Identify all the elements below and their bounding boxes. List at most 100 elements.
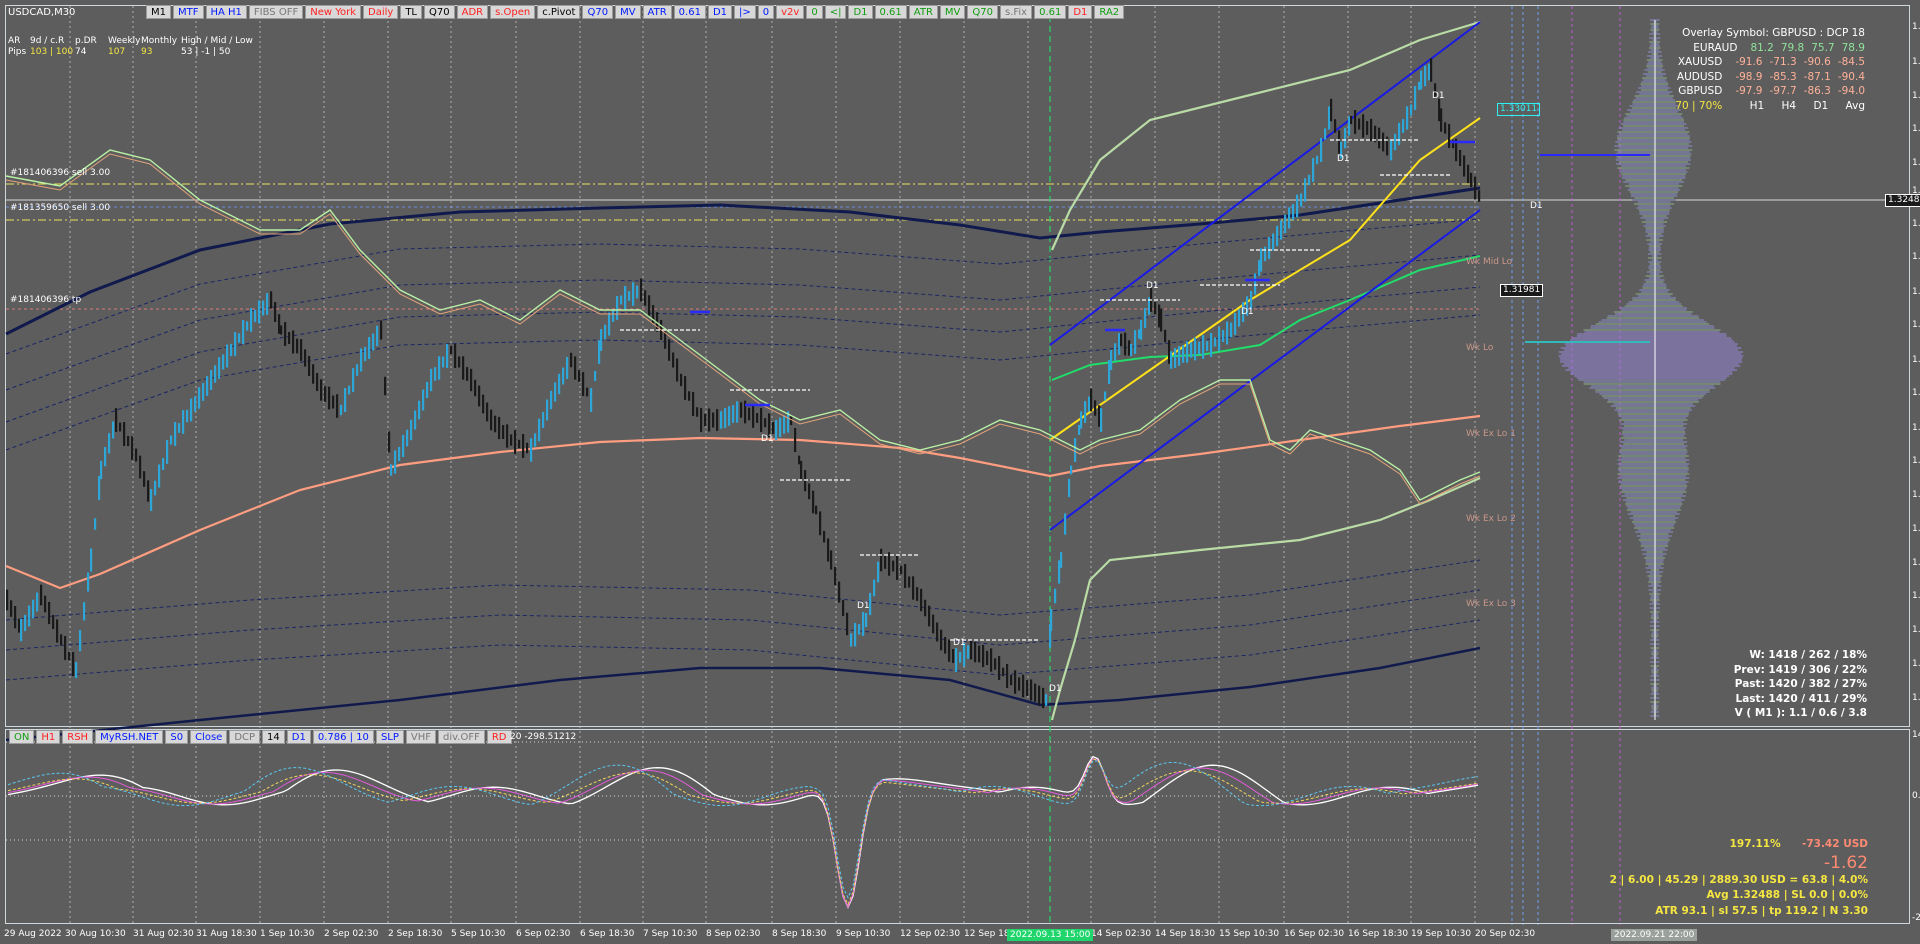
price-bar <box>1100 408 1103 432</box>
price-bar <box>470 368 473 392</box>
price-bar <box>800 460 803 480</box>
osc-toolbar-btn-3[interactable]: MyRSH.NET <box>95 730 164 744</box>
price-bar <box>1254 273 1257 295</box>
toolbar-btn-15[interactable]: D1 <box>707 5 732 19</box>
toolbar-btn-8[interactable]: ADR <box>456 5 489 19</box>
toolbar-btn-20[interactable]: <| <box>824 5 847 19</box>
price-bar <box>1428 63 1431 81</box>
overlay-footer-avg: Avg <box>1845 99 1865 112</box>
osc-toolbar-btn-13[interactable]: RD <box>486 730 512 744</box>
toolbar-btn-22[interactable]: 0.61 <box>874 5 907 19</box>
price-bar <box>336 394 339 418</box>
toolbar-btn-2[interactable]: HA H1 <box>205 5 247 19</box>
toolbar-btn-14[interactable]: 0.61 <box>673 5 706 19</box>
toolbar-btn-21[interactable]: D1 <box>848 5 873 19</box>
toolbar-btn-18[interactable]: v2v <box>776 5 805 19</box>
toolbar-btn-28[interactable]: D1 <box>1068 5 1093 19</box>
time-tick: 2 Sep 18:30 <box>388 929 443 939</box>
toolbar-btn-10[interactable]: c.Pivot <box>537 5 581 19</box>
price-bar <box>854 622 857 647</box>
price-bar <box>139 455 142 479</box>
toolbar-btn-9[interactable]: s.Open <box>490 5 536 19</box>
toolbar-btn-16[interactable]: |> <box>734 5 756 19</box>
price-bar <box>112 421 115 439</box>
price-bar <box>940 629 943 651</box>
price-tick: 1.30795 <box>1912 456 1920 466</box>
osc-toolbar-btn-4[interactable]: S0 <box>165 730 189 744</box>
price-bar <box>87 572 90 592</box>
price-bar <box>594 370 597 382</box>
price-bar <box>274 301 277 323</box>
osc-toolbar-btn-2[interactable]: RSH <box>62 730 94 744</box>
price-bar <box>486 402 489 422</box>
price-bar <box>590 388 593 412</box>
price-bar <box>1194 337 1197 361</box>
price-bar <box>1140 320 1143 340</box>
price-tick: 1.33500 <box>1912 22 1920 32</box>
price-bar <box>312 364 315 384</box>
price-bar <box>135 448 138 462</box>
price-bar <box>1064 513 1067 535</box>
toolbar-btn-17[interactable]: 0 <box>757 5 775 19</box>
toolbar-btn-24[interactable]: MV <box>939 5 966 19</box>
time-tick: 2 Sep 02:30 <box>324 929 379 939</box>
toolbar-btn-12[interactable]: MV <box>615 5 641 19</box>
toolbar-btn-19[interactable]: 0 <box>806 5 823 19</box>
osc-toolbar-btn-8[interactable]: D1 <box>286 730 311 744</box>
price-bar <box>676 358 679 382</box>
price-bar <box>254 309 257 323</box>
osc-toolbar-btn-1[interactable]: H1 <box>36 730 61 744</box>
toolbar-btn-25[interactable]: Q70 <box>967 5 998 19</box>
price-bar <box>752 404 755 428</box>
price-bar <box>1394 133 1397 151</box>
time-tick: 1 Sep 10:30 <box>260 929 315 939</box>
toolbar-btn-3[interactable]: FIBS OFF <box>248 5 304 19</box>
toolbar-btn-5[interactable]: Daily <box>363 5 399 19</box>
price-bar <box>1010 674 1013 686</box>
osc-toolbar-btn-12[interactable]: div.OFF <box>438 730 485 744</box>
price-bar <box>474 379 477 397</box>
price-bar <box>410 419 413 441</box>
price-bar <box>288 331 291 345</box>
toolbar-btn-1[interactable]: MTF <box>173 5 204 19</box>
weekly-level-label: Wk Lo <box>1466 343 1494 353</box>
price-bar <box>928 605 931 627</box>
toolbar-btn-6[interactable]: TL <box>400 5 423 19</box>
price-bar <box>1478 190 1481 202</box>
osc-toolbar-btn-6[interactable]: DCP <box>229 730 261 744</box>
price-bar <box>1094 400 1097 416</box>
weekly-stat-row: Past: 1420 / 382 / 27% <box>1734 678 1867 690</box>
price-bar <box>1198 341 1201 355</box>
price-bar <box>222 354 225 370</box>
price-bar <box>332 395 335 409</box>
toolbar-btn-26[interactable]: s.Fix <box>999 5 1033 19</box>
osc-toolbar-btn-9[interactable]: 0.786 | 10 <box>312 730 374 744</box>
price-bar <box>40 584 43 606</box>
price-bar <box>384 376 387 396</box>
toolbar-btn-27[interactable]: 0.61 <box>1034 5 1067 19</box>
price-bar <box>344 388 347 412</box>
osc-toolbar-btn-0[interactable]: ON <box>9 730 35 744</box>
toolbar-btn-13[interactable]: ATR <box>642 5 672 19</box>
toolbar-btn-4[interactable]: New York <box>305 5 362 19</box>
toolbar-btn-23[interactable]: ATR <box>908 5 938 19</box>
toolbar-btn-7[interactable]: Q70 <box>424 5 455 19</box>
price-bar <box>1168 340 1171 364</box>
weekly-stats: W: 1418 / 262 / 18% Prev: 1419 / 306 / 22… <box>1734 648 1867 721</box>
price-bar <box>1370 118 1373 142</box>
price-bar <box>612 310 615 322</box>
price-bar <box>20 618 23 642</box>
osc-toolbar-btn-11[interactable]: VHF <box>405 730 437 744</box>
osc-toolbar-btn-7[interactable]: 14 <box>262 730 285 744</box>
toolbar-btn-0[interactable]: M1 <box>146 5 171 19</box>
price-bar <box>1160 308 1163 332</box>
time-tick: 30 Aug 10:30 <box>65 929 126 939</box>
ma-band <box>5 619 1481 681</box>
toolbar-btn-29[interactable]: RA2 <box>1094 5 1125 19</box>
osc-toolbar-btn-5[interactable]: Close <box>190 730 228 744</box>
price-bar <box>10 600 13 617</box>
toolbar-btn-11[interactable]: Q70 <box>582 5 614 19</box>
price-bar <box>1130 343 1133 357</box>
osc-toolbar-btn-10[interactable]: SLP <box>375 730 404 744</box>
price-bar <box>426 381 429 399</box>
